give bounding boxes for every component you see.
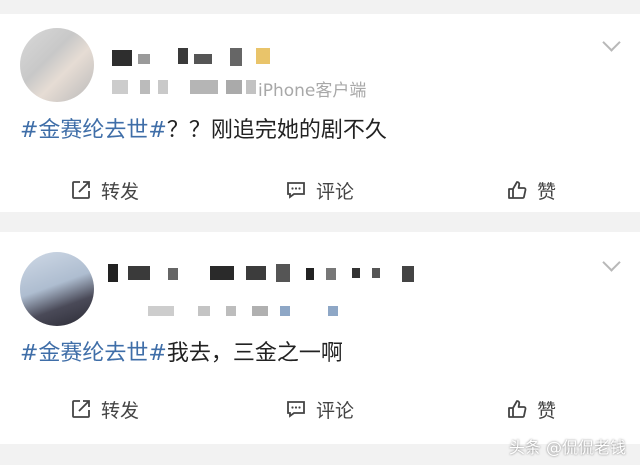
like-label: 赞 (537, 180, 557, 203)
comment-icon (287, 182, 305, 199)
post-text: ？？刚追完她的剧不久 (166, 118, 387, 143)
like-button[interactable]: 赞 (506, 389, 556, 429)
post-text: 我去，三金之一啊 (166, 341, 343, 366)
comment-button[interactable]: 评论 (285, 170, 354, 210)
chevron-down-icon[interactable] (602, 253, 621, 272)
repost-label: 转发 (101, 399, 140, 422)
thumbs-up-icon (508, 181, 527, 199)
chevron-down-icon[interactable] (602, 33, 621, 52)
hashtag-link[interactable]: #金赛纶去世# (20, 341, 167, 366)
avatar[interactable] (20, 28, 94, 102)
repost-button[interactable]: 转发 (70, 170, 139, 210)
like-label: 赞 (537, 399, 557, 422)
feed-post: #金赛纶去世#我去，三金之一啊 转发 评论 赞 (0, 232, 640, 444)
share-icon (72, 400, 90, 418)
device-source: iPhone客户端 (258, 81, 367, 101)
comment-label: 评论 (316, 180, 355, 203)
repost-button[interactable]: 转发 (70, 389, 139, 429)
repost-label: 转发 (101, 180, 140, 203)
comment-icon (287, 401, 305, 418)
comment-button[interactable]: 评论 (285, 389, 354, 429)
thumbs-up-icon (508, 400, 527, 418)
like-button[interactable]: 赞 (506, 170, 556, 210)
feed-post: iPhone客户端 #金赛纶去世#？？刚追完她的剧不久 转发 评论 赞 (0, 14, 640, 212)
avatar[interactable] (20, 252, 94, 326)
action-bar: 转发 评论 赞 (0, 170, 640, 210)
post-content: #金赛纶去世#？？刚追完她的剧不久 (20, 112, 387, 144)
action-bar: 转发 评论 赞 (0, 389, 640, 429)
share-icon (72, 181, 90, 199)
hashtag-link[interactable]: #金赛纶去世# (20, 118, 167, 143)
post-content: #金赛纶去世#我去，三金之一啊 (20, 335, 343, 367)
watermark: 头条 @侃侃老钱 (508, 438, 626, 457)
comment-label: 评论 (316, 399, 355, 422)
